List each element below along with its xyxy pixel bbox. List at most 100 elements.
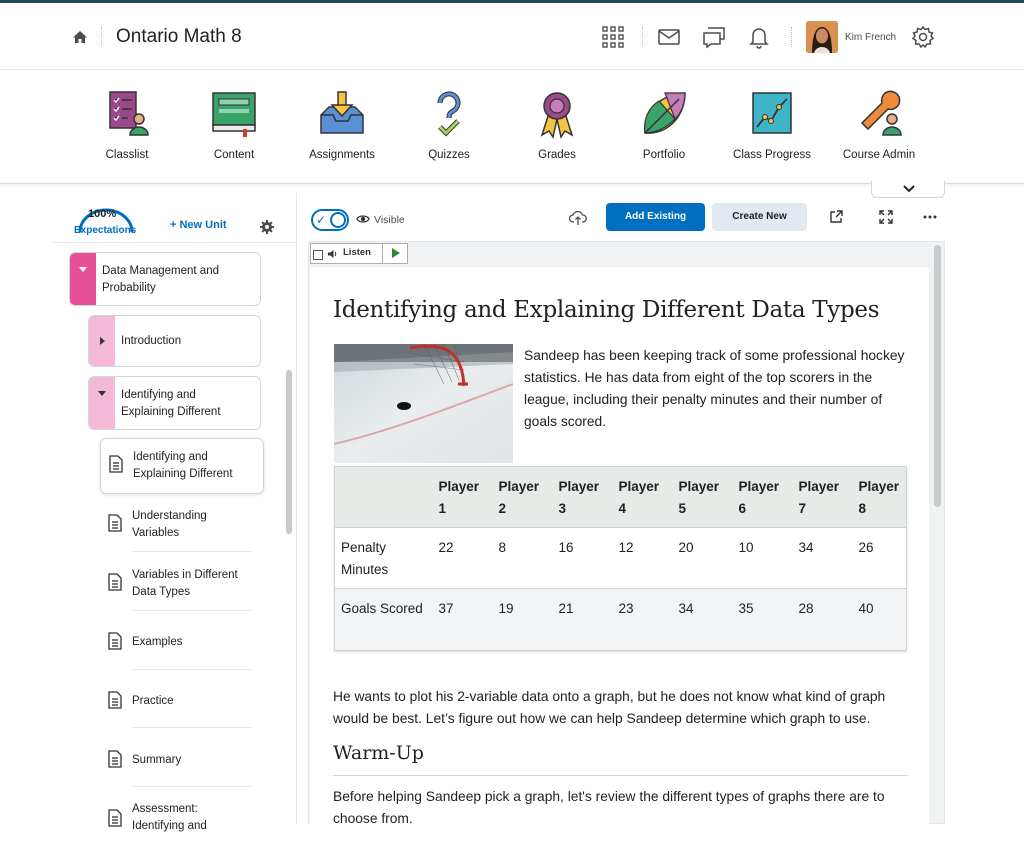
topic-item[interactable]: Summary	[100, 734, 264, 790]
check-icon: ✓	[316, 213, 327, 227]
topic-item[interactable]: Assessment: Identifying and	[100, 793, 264, 849]
header-separator	[642, 27, 643, 47]
gear-icon[interactable]	[911, 25, 935, 49]
waffle-icon[interactable]	[601, 25, 625, 49]
table-cell: 37	[438, 601, 454, 616]
top-header: Ontario Math 8 Kim French	[0, 3, 1024, 70]
unit-card[interactable]: Data Management and Probability	[69, 252, 261, 306]
table-cell: 16	[558, 540, 574, 555]
classlist-icon	[109, 91, 149, 136]
fullscreen-icon[interactable]	[878, 209, 894, 225]
quizzes-icon	[437, 91, 461, 137]
table-row: Goals Scored 37 19 21 23 34 35 28 40	[334, 588, 907, 651]
hockey-stats-table: Player 1 Player 2 Player 3 Player 4 Play…	[334, 466, 907, 651]
assignments-icon	[320, 91, 364, 134]
topic-item[interactable]: Examples	[100, 616, 264, 672]
topic-divider	[132, 610, 252, 611]
lesson-card[interactable]: Identifying and Explaining Different	[88, 376, 261, 430]
tool-label: Portfolio	[642, 149, 686, 161]
table-header-cell: Player 5	[678, 479, 720, 516]
more-options-icon[interactable]	[922, 209, 938, 225]
tool-course-admin[interactable]: Course Admin	[825, 89, 933, 161]
topic-title: Understanding Variables	[132, 510, 207, 539]
chat-icon[interactable]	[702, 25, 726, 49]
open-new-window-icon[interactable]	[828, 209, 844, 225]
lesson-title: Identifying and Explaining Different	[121, 389, 221, 418]
topic-title: Practice	[132, 695, 174, 707]
tool-assignments[interactable]: Assignments	[288, 89, 396, 161]
table-cell: 34	[678, 601, 694, 616]
table-cell: 34	[798, 540, 814, 555]
tool-label: Classlist	[105, 149, 149, 161]
table-header-cell: Player 6	[738, 479, 780, 516]
topic-divider	[132, 786, 252, 787]
document-icon	[108, 809, 122, 827]
topic-divider	[132, 551, 252, 552]
expand-caret-icon[interactable]	[98, 391, 106, 396]
left-panel-scrollbar[interactable]	[286, 370, 292, 534]
topic-title: Examples	[132, 636, 183, 648]
content-page: Identifying and Explaining Different Dat…	[310, 267, 929, 824]
mail-icon[interactable]	[657, 25, 681, 49]
table-row: Penalty Minutes 22 8 16 12 20 10 34 26	[334, 527, 907, 589]
tool-portfolio[interactable]: Portfolio	[610, 89, 718, 161]
topic-divider	[132, 727, 252, 728]
avatar[interactable]	[806, 21, 838, 53]
menu-icon[interactable]	[313, 250, 323, 260]
expectations-link[interactable]: Expectations	[74, 225, 136, 236]
table-header-cell: Player 1	[438, 479, 480, 516]
panel-divider	[52, 242, 296, 243]
new-unit-button[interactable]: + New Unit	[170, 219, 227, 231]
collapsed-caret-icon[interactable]	[100, 337, 105, 345]
panel-settings-gear-icon[interactable]	[259, 219, 275, 235]
tool-class-progress[interactable]: Class Progress	[718, 89, 826, 161]
lesson-color-tab	[89, 316, 115, 366]
content-scrollbar[interactable]	[934, 245, 941, 507]
tool-quizzes[interactable]: Quizzes	[395, 89, 503, 161]
table-cell: 40	[858, 601, 874, 616]
document-icon	[108, 573, 122, 591]
tool-classlist[interactable]: Classlist	[73, 89, 181, 161]
lesson-title: Introduction	[121, 335, 182, 347]
document-icon	[109, 455, 123, 473]
table-cell: 35	[738, 601, 754, 616]
table-cell: 20	[678, 540, 694, 555]
topic-item[interactable]: Variables in Different Data Types	[100, 557, 264, 613]
document-icon	[108, 514, 122, 532]
table-header-cell: Player 3	[558, 479, 600, 516]
collapse-toolbar-button[interactable]	[871, 181, 945, 198]
topic-item-selected[interactable]: Identifying and Explaining Different	[100, 438, 264, 494]
expand-caret-icon[interactable]	[79, 267, 87, 272]
add-existing-button[interactable]: Add Existing	[606, 203, 705, 231]
table-cell: 23	[618, 601, 634, 616]
play-button[interactable]	[382, 243, 408, 264]
course-title[interactable]: Ontario Math 8	[116, 26, 242, 48]
topic-item[interactable]: Practice	[100, 675, 264, 731]
upload-cloud-icon[interactable]	[569, 210, 587, 226]
lesson-card[interactable]: Introduction	[88, 315, 261, 367]
tool-grades[interactable]: Grades	[503, 89, 611, 161]
tool-content[interactable]: Content	[180, 89, 288, 161]
bell-icon[interactable]	[747, 25, 771, 49]
table-cell: 26	[858, 540, 874, 555]
topic-item[interactable]: Understanding Variables	[100, 498, 264, 554]
header-separator	[791, 27, 792, 47]
listen-toolbar[interactable]: Listen	[310, 243, 408, 264]
table-cell: 28	[798, 601, 814, 616]
listen-label[interactable]: Listen	[343, 247, 371, 258]
course-admin-icon	[860, 90, 902, 136]
explanation-paragraph: He wants to plot his 2-variable data ont…	[333, 689, 886, 726]
username[interactable]: Kim French	[845, 32, 896, 43]
panel-separator	[296, 193, 297, 824]
grades-icon	[540, 92, 574, 139]
table-header-cell	[335, 467, 433, 528]
create-new-button[interactable]: Create New	[712, 203, 807, 231]
unit-title: Data Management and Probability	[102, 265, 219, 294]
intro-paragraph: Sandeep has been keeping track of some p…	[524, 348, 905, 429]
home-icon[interactable]	[72, 29, 88, 45]
table-cell: 8	[498, 540, 507, 555]
heading-rule	[333, 775, 908, 776]
visibility-toggle[interactable]: ✓	[311, 209, 349, 231]
warmup-heading: Warm-Up	[333, 742, 424, 764]
tool-label: Quizzes	[428, 149, 470, 161]
